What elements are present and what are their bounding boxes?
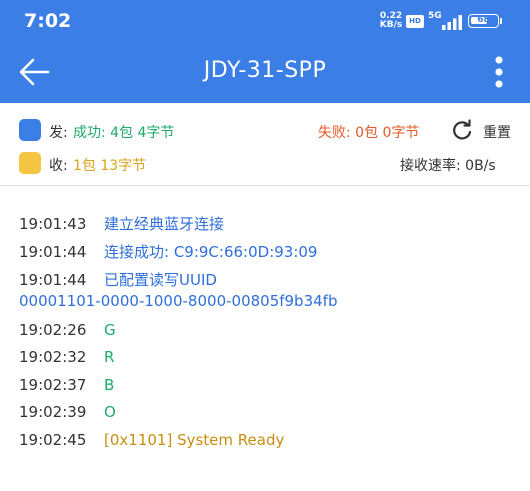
- log-message: 已配置读写UUID: [104, 271, 217, 289]
- log-entry: 19:01:44 已配置读写UUID: [19, 269, 217, 290]
- receive-label: 收:: [49, 158, 68, 174]
- send-stats-row: 发: 成功: 4包 4字节 失败: 0包 0字节 重置: [0, 115, 530, 145]
- log-time: 19:02:32: [19, 348, 87, 366]
- log-message: G: [104, 321, 116, 339]
- reset-button[interactable]: 重置: [483, 122, 511, 142]
- log-message: O: [104, 403, 116, 421]
- receive-rate: 接收速率: 0B/s: [400, 158, 496, 174]
- log-time: 19:02:37: [19, 376, 87, 394]
- send-color-square: [19, 119, 41, 141]
- send-fail: 失败: 0包 0字节: [318, 125, 420, 141]
- log-entry: 19:02:37 B: [19, 376, 114, 394]
- more-menu-icon[interactable]: [484, 52, 514, 92]
- reset-icon[interactable]: [451, 119, 473, 141]
- receive-color-square: [19, 152, 41, 174]
- app-bar: JDY-31-SPP: [0, 42, 530, 103]
- battery-icon: 68: [468, 14, 499, 28]
- log-message: 建立经典蓝牙连接: [104, 215, 225, 233]
- log-message: B: [104, 376, 115, 394]
- send-success: 成功: 4包 4字节: [73, 125, 175, 141]
- network-type: 5G: [428, 11, 442, 21]
- log-message-continuation: 00001101-0000-1000-8000-00805f9b34fb: [19, 292, 338, 310]
- log-time: 19:02:45: [19, 431, 87, 449]
- battery-tip: [500, 18, 502, 24]
- log-message: 连接成功: C9:9C:66:0D:93:09: [104, 243, 318, 261]
- receive-stats-row: 收: 1包 13字节 接收速率: 0B/s: [0, 148, 530, 178]
- log-time: 19:01:44: [19, 243, 87, 261]
- log-time: 19:01:44: [19, 271, 87, 289]
- page-title: JDY-31-SPP: [203, 58, 327, 83]
- battery-level: 68: [477, 15, 490, 25]
- status-bar: 7:02 0.22 KB/s HD 5G 68: [0, 0, 530, 42]
- stats-panel: 发: 成功: 4包 4字节 失败: 0包 0字节 重置 收: 1包 13字节 接…: [0, 103, 530, 186]
- receive-count: 1包 13字节: [73, 158, 147, 174]
- log-entry: 19:02:26 G: [19, 321, 116, 339]
- status-time: 7:02: [24, 10, 72, 32]
- send-label: 发:: [49, 125, 68, 141]
- log-entry: 19:01:44 连接成功: C9:9C:66:0D:93:09: [19, 241, 317, 262]
- network-speed-unit: KB/s: [379, 20, 403, 30]
- log-time: 19:01:43: [19, 215, 87, 233]
- network-speed: 0.22 KB/s: [379, 12, 403, 30]
- log-message: R: [104, 348, 115, 366]
- log-time: 19:02:26: [19, 321, 87, 339]
- log-entry: 19:02:39 O: [19, 403, 116, 421]
- hd-icon: HD: [406, 15, 424, 28]
- log-entry: 19:02:32 R: [19, 348, 114, 366]
- header: 7:02 0.22 KB/s HD 5G 68 JDY-31-SPP: [0, 0, 530, 103]
- log-entry: 19:01:43 建立经典蓝牙连接: [19, 213, 224, 234]
- signal-icon: [442, 15, 462, 30]
- log-message: [0x1101] System Ready: [104, 431, 285, 449]
- log-entry: 19:02:45 [0x1101] System Ready: [19, 431, 284, 449]
- log-time: 19:02:39: [19, 403, 87, 421]
